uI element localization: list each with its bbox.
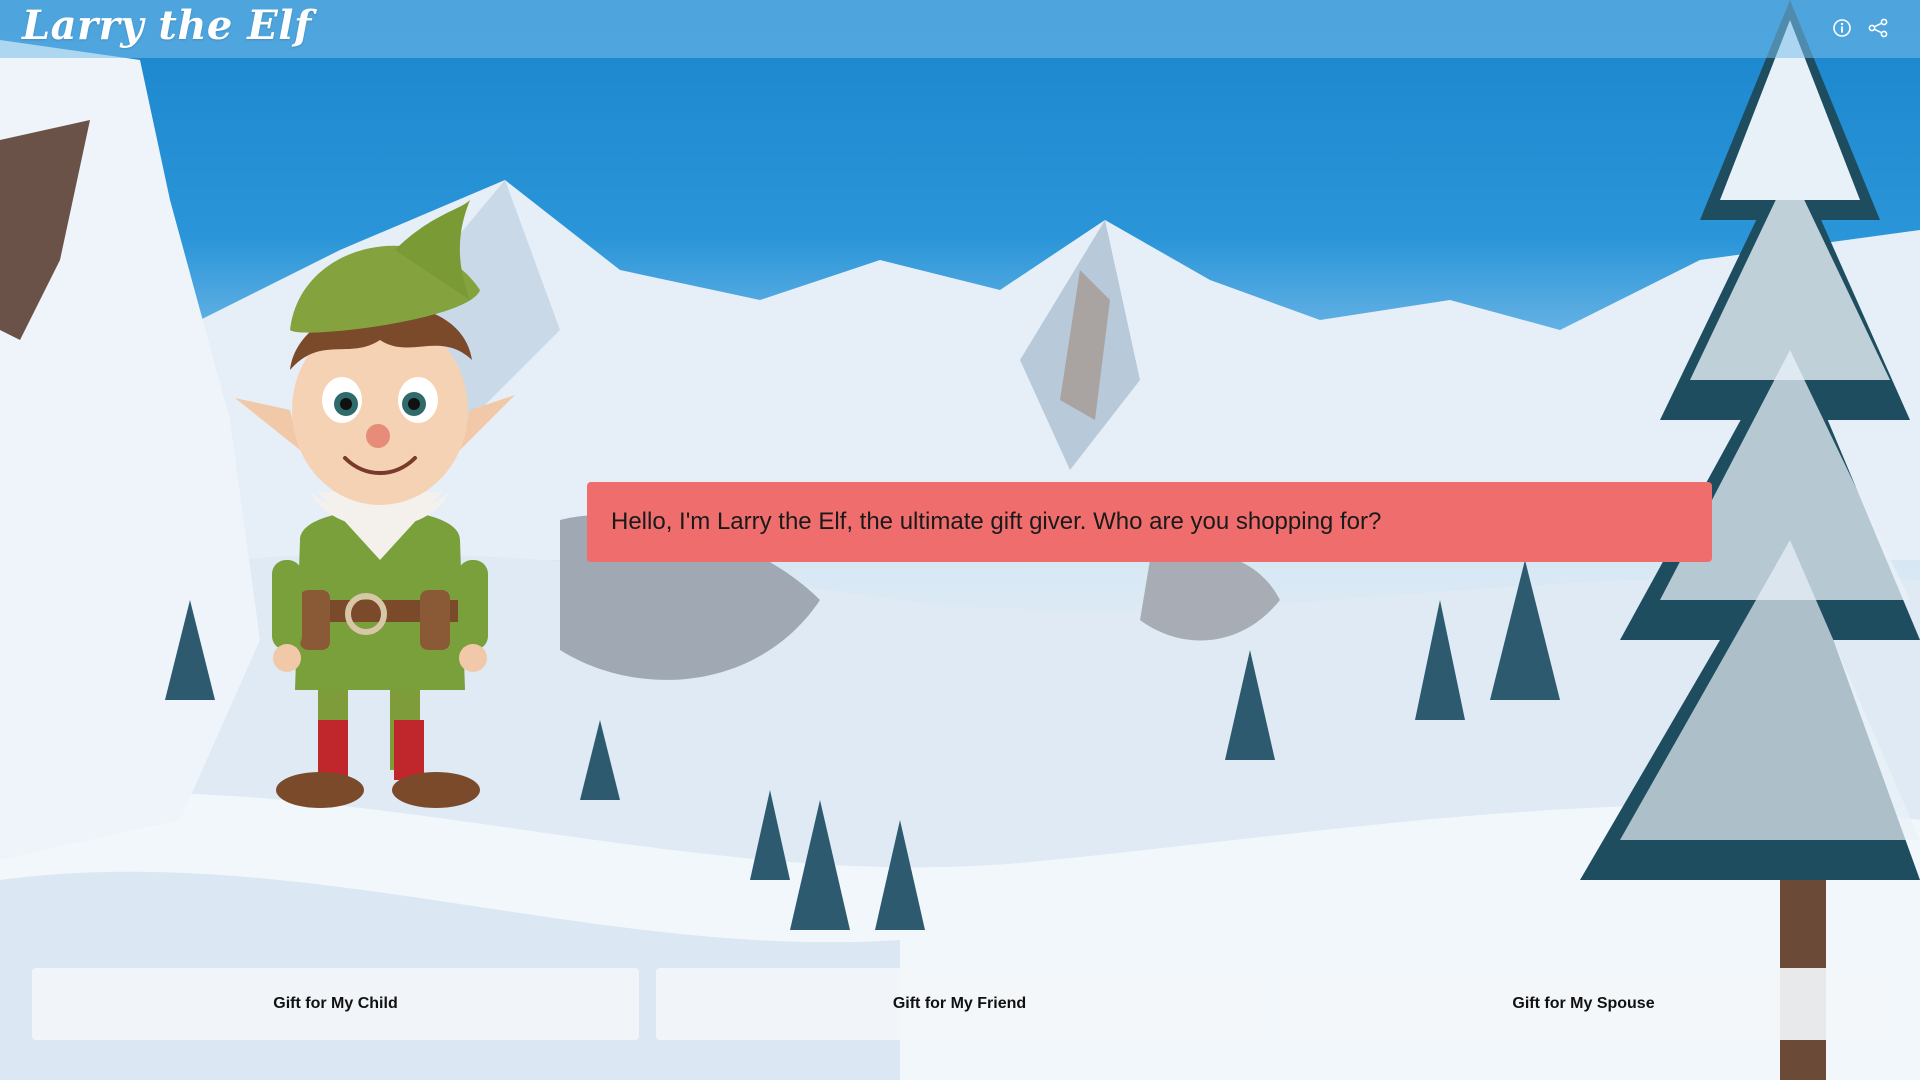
choice-label: Gift for My Friend bbox=[892, 995, 1027, 1012]
game-stage: Larry the Elf Hello, I'm Larry the Elf, … bbox=[0, 0, 1920, 1080]
gift-for-child-button[interactable]: Gift for My Child bbox=[32, 968, 639, 1040]
elf-message: Hello, I'm Larry the Elf, the ultimate g… bbox=[611, 508, 1382, 535]
gift-for-spouse-button[interactable]: Gift for My Spouse bbox=[1280, 968, 1887, 1040]
choice-label: Gift for My Spouse bbox=[1512, 995, 1655, 1012]
top-bar: Larry the Elf bbox=[0, 0, 1920, 58]
share-icon[interactable] bbox=[1866, 16, 1890, 40]
info-icon[interactable] bbox=[1830, 16, 1854, 40]
share-icon-glyph bbox=[1868, 18, 1888, 38]
gift-for-friend-button[interactable]: Gift for My Friend bbox=[656, 968, 1263, 1040]
elf-speech-bubble: Hello, I'm Larry the Elf, the ultimate g… bbox=[587, 482, 1712, 562]
choice-label: Gift for My Child bbox=[273, 995, 398, 1012]
app-title: Larry the Elf bbox=[22, 2, 312, 49]
info-icon-glyph bbox=[1833, 19, 1851, 37]
